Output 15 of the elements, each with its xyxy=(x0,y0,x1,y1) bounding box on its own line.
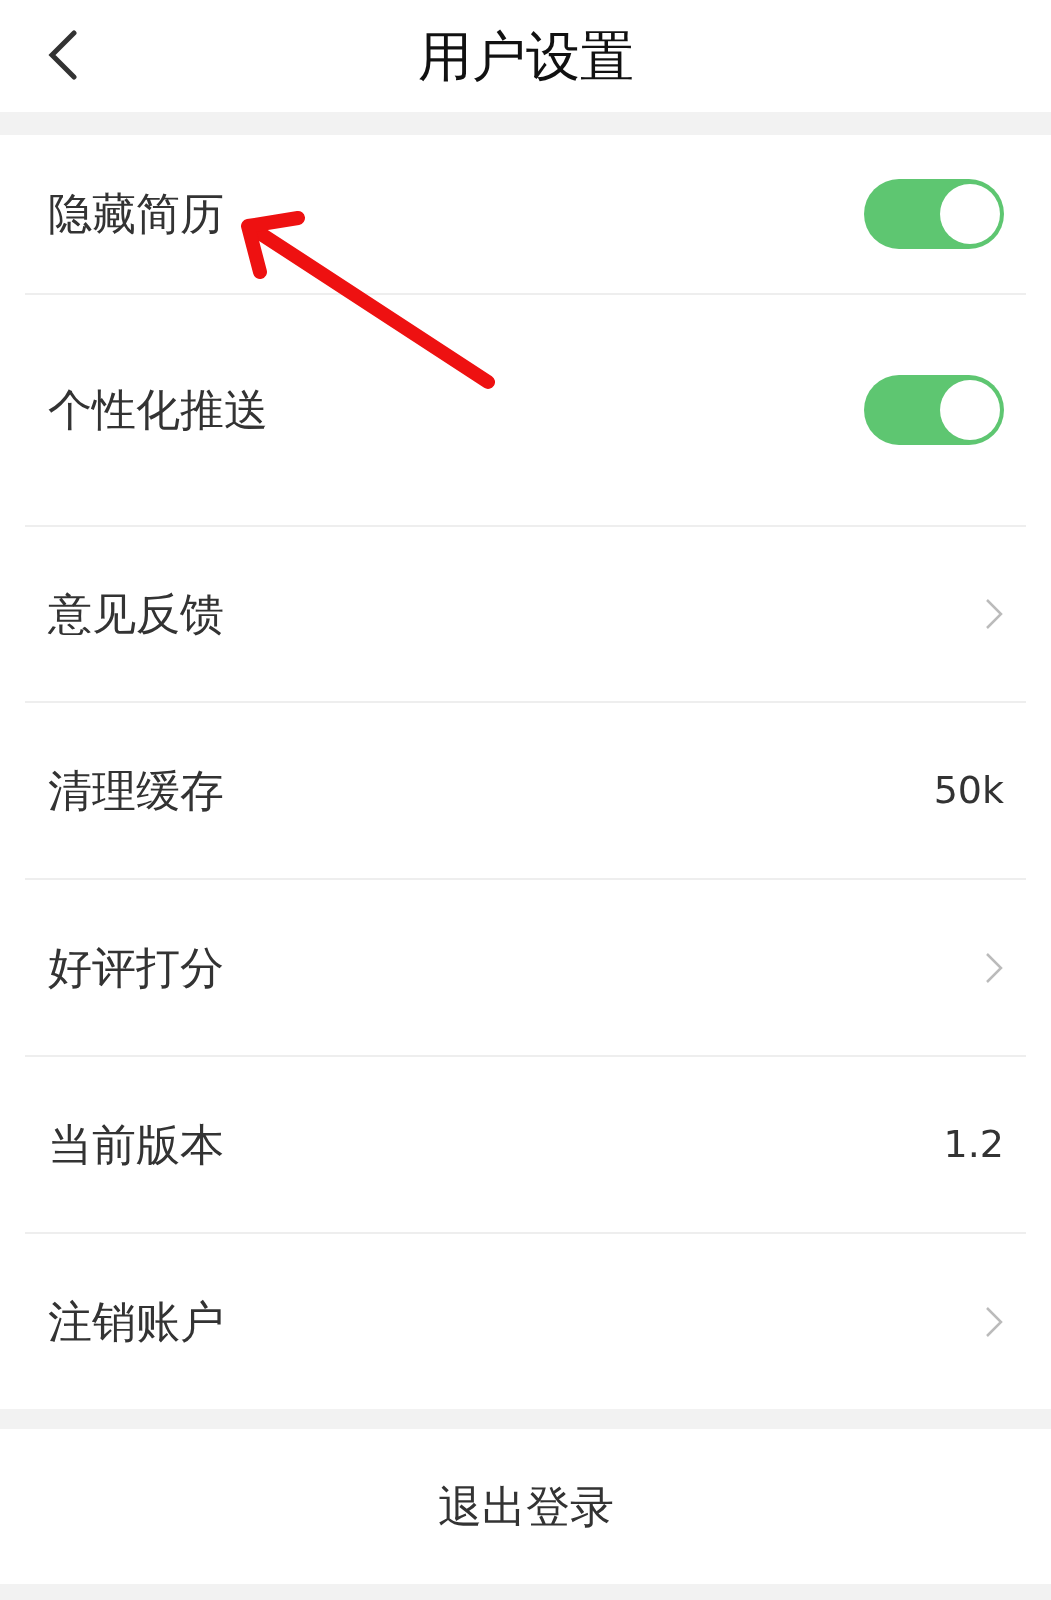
setting-label: 当前版本 xyxy=(48,1117,224,1172)
setting-label: 好评打分 xyxy=(48,940,224,995)
chevron-right-icon xyxy=(984,950,1004,985)
setting-label: 注销账户 xyxy=(48,1294,224,1349)
setting-label: 隐藏简历 xyxy=(48,187,224,241)
chevron-right-icon xyxy=(984,597,1004,631)
setting-label: 意见反馈 xyxy=(48,587,224,641)
logout-button[interactable]: 退出登录 xyxy=(0,1429,1051,1584)
chevron-right-icon xyxy=(984,1304,1004,1339)
setting-value: 50k xyxy=(933,767,1004,814)
page-title: 用户设置 xyxy=(417,23,634,90)
setting-value: 1.2 xyxy=(943,1121,1004,1168)
setting-label: 清理缓存 xyxy=(48,763,224,818)
back-icon[interactable] xyxy=(48,30,78,80)
setting-label: 个性化推送 xyxy=(48,383,268,437)
